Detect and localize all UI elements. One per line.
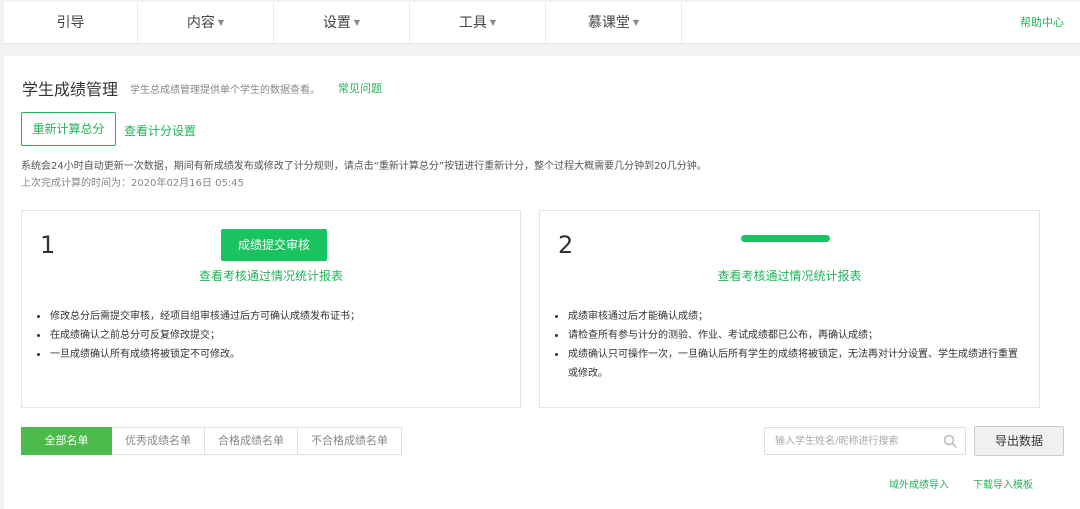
- roster-tabs: 全部名单 优秀成绩名单 合格成绩名单 不合格成绩名单: [21, 427, 402, 455]
- nav-item-label: 设置: [322, 15, 351, 31]
- main-panel: 学生成绩管理 学生总成绩管理提供单个学生的数据查看。 常见问题 重新计算总分 查…: [4, 56, 1080, 509]
- nav-item-guide[interactable]: 引导: [4, 2, 138, 44]
- page-title: 学生成绩管理: [22, 80, 119, 99]
- nav-item-mooc-classroom[interactable]: 慕课堂 ▼: [546, 2, 682, 44]
- nav-item-settings[interactable]: 设置 ▼: [274, 2, 410, 44]
- step-number: 1: [40, 231, 56, 259]
- step-notes-list: 修改总分后需提交审核，经项目组审核通过后方可确认成绩发布证书； 在成绩确认之前总…: [37, 307, 500, 364]
- faq-link[interactable]: 常见问题: [338, 80, 382, 96]
- caret-down-icon: ▼: [353, 18, 361, 27]
- page-description: 学生总成绩管理提供单个学生的数据查看。: [130, 85, 320, 96]
- step-notes-list: 成绩审核通过后才能确认成绩； 请检查所有参与计分的测验、作业、考试成绩都已公布，…: [555, 307, 1018, 383]
- list-item: 修改总分后需提交审核，经项目组审核通过后方可确认成绩发布证书；: [37, 307, 500, 326]
- export-data-button[interactable]: 导出数据: [974, 426, 1064, 456]
- help-center-link[interactable]: 帮助中心: [1020, 2, 1064, 44]
- download-import-template-link[interactable]: 下载导入模板: [973, 476, 1033, 491]
- nav-item-tools[interactable]: 工具 ▼: [410, 2, 546, 44]
- tab-all-roster[interactable]: 全部名单: [21, 427, 112, 455]
- search-input[interactable]: [765, 428, 933, 454]
- view-pass-report-link[interactable]: 查看考核通过情况统计报表: [540, 267, 1039, 284]
- view-pass-report-link[interactable]: 查看考核通过情况统计报表: [22, 267, 520, 284]
- submit-for-review-button[interactable]: 成绩提交审核: [221, 229, 327, 261]
- nav-item-label: 工具: [458, 15, 487, 31]
- tab-fail-roster[interactable]: 不合格成绩名单: [298, 427, 402, 455]
- step-number: 2: [558, 231, 574, 259]
- caret-down-icon: ▼: [632, 18, 640, 27]
- step-card-1: 1 成绩提交审核 查看考核通过情况统计报表 修改总分后需提交审核，经项目组审核通…: [21, 210, 521, 408]
- step-card-2: 2 查看考核通过情况统计报表 成绩审核通过后才能确认成绩； 请检查所有参与计分的…: [539, 210, 1040, 408]
- nav-item-label: 慕课堂: [587, 15, 630, 31]
- nav-item-label: 内容: [186, 15, 215, 31]
- list-item: 成绩审核通过后才能确认成绩；: [555, 307, 1018, 326]
- confirm-progress-bar: [741, 235, 830, 242]
- list-item: 成绩确认只可操作一次，一旦确认后所有学生的成绩将被锁定，无法再对计分设置、学生成…: [555, 345, 1018, 383]
- tab-excellent-roster[interactable]: 优秀成绩名单: [112, 427, 205, 455]
- list-item: 在成绩确认之前总分可反复修改提交；: [37, 326, 500, 345]
- tab-pass-roster[interactable]: 合格成绩名单: [205, 427, 298, 455]
- student-search: [764, 427, 966, 455]
- caret-down-icon: ▼: [217, 18, 225, 27]
- caret-down-icon: ▼: [489, 18, 497, 27]
- external-score-import-link[interactable]: 域外成绩导入: [889, 476, 949, 491]
- view-score-settings-link[interactable]: 查看计分设置: [124, 122, 196, 139]
- list-item: 一旦成绩确认所有成绩将被锁定不可修改。: [37, 345, 500, 364]
- nav-item-content[interactable]: 内容 ▼: [138, 2, 274, 44]
- update-notice: 系统会24小时自动更新一次数据，期间有新成绩发布或修改了计分规则，请点击“重新计…: [21, 161, 707, 172]
- last-calculation-time: 上次完成计算的时间为：2020年02月16日 05:45: [21, 178, 244, 189]
- list-item: 请检查所有参与计分的测验、作业、考试成绩都已公布，再确认成绩；: [555, 326, 1018, 345]
- recalculate-total-button[interactable]: 重新计算总分: [21, 112, 116, 146]
- search-icon[interactable]: [943, 434, 957, 448]
- top-nav: 引导 内容 ▼ 设置 ▼ 工具 ▼ 慕课堂 ▼ 帮助中心: [4, 2, 1080, 44]
- nav-item-label: 引导: [56, 15, 85, 31]
